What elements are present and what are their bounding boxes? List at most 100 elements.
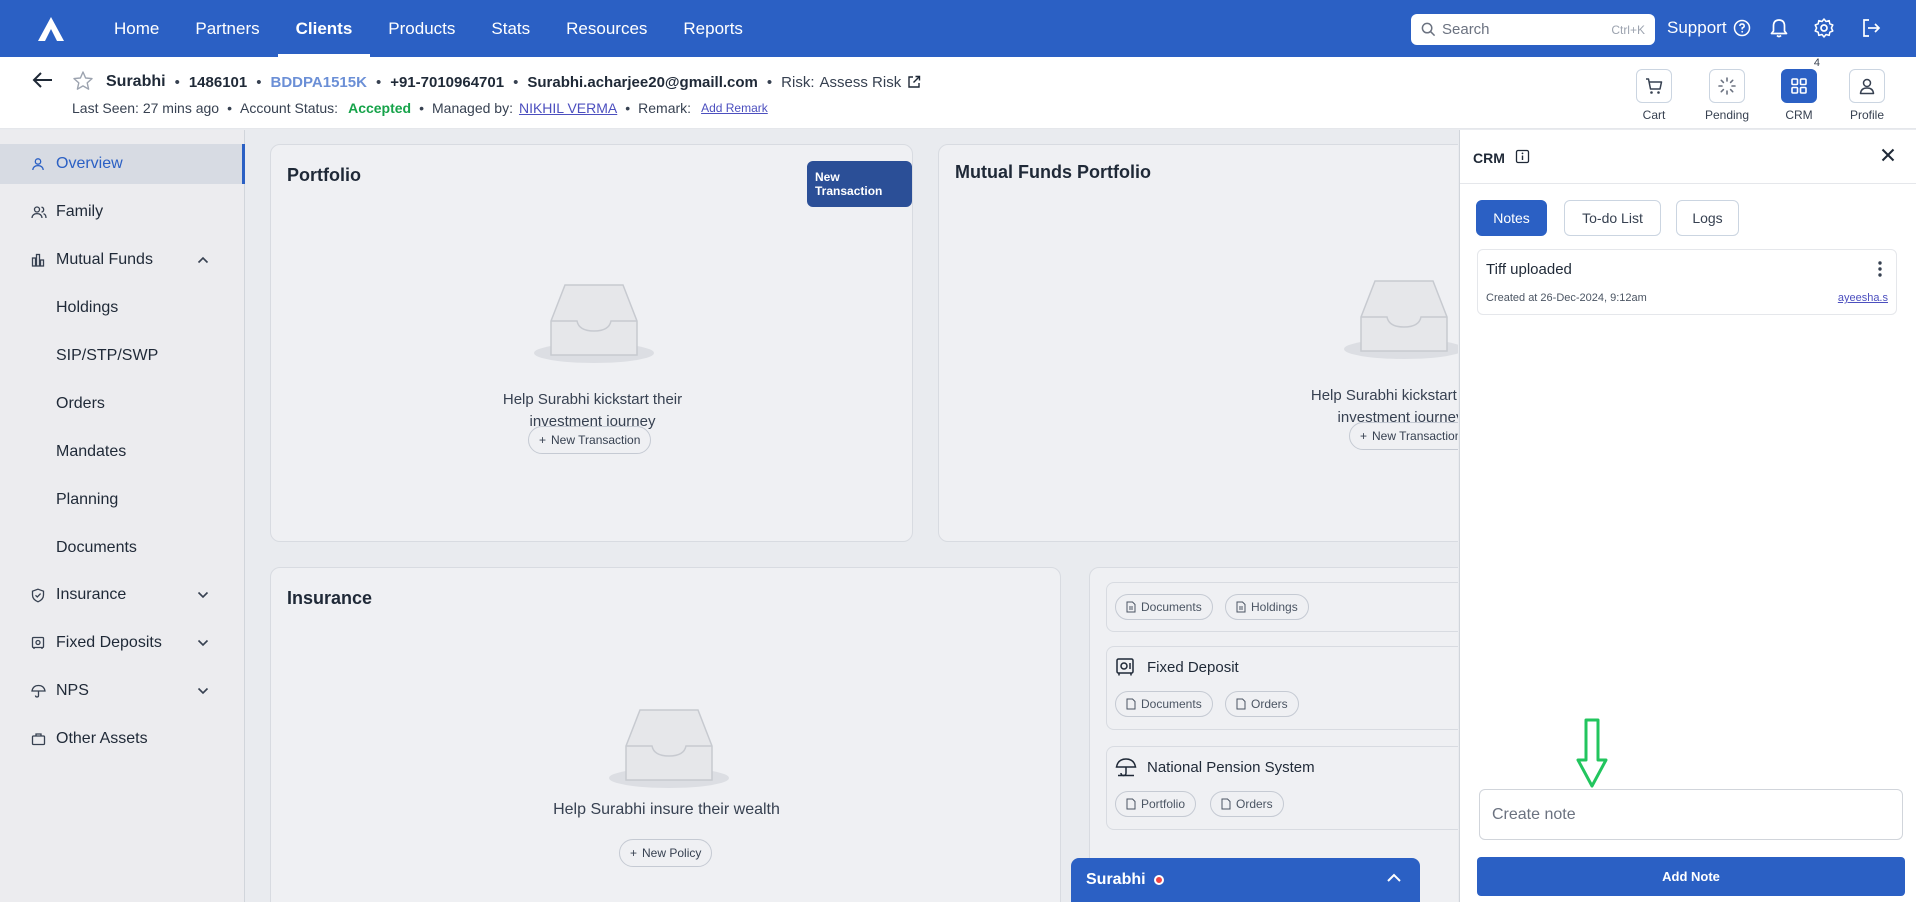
- sidebar-item-mandates[interactable]: Mandates: [0, 432, 245, 472]
- nps-orders-chip[interactable]: Orders: [1210, 791, 1284, 817]
- documents-chip[interactable]: Documents: [1115, 594, 1213, 620]
- chat-bar[interactable]: Surabhi: [1071, 858, 1420, 902]
- sidebar-item-orders[interactable]: Orders: [0, 384, 245, 424]
- plus-icon: +: [630, 846, 638, 860]
- note-item[interactable]: Tiff uploaded Created at 26-Dec-2024, 9:…: [1477, 249, 1897, 315]
- new-policy-button[interactable]: + New Policy: [619, 839, 713, 867]
- new-transaction-button[interactable]: New Transaction: [807, 161, 912, 207]
- grid-icon: [1789, 76, 1809, 96]
- top-navbar: Home Partners Clients Products Stats Res…: [0, 0, 1916, 57]
- nav-menu: Home Partners Clients Products Stats Res…: [96, 0, 761, 57]
- logout-icon[interactable]: [1860, 17, 1884, 41]
- document-icon: [1126, 798, 1136, 810]
- mf-new-transaction-button[interactable]: + New Transaction: [1349, 422, 1458, 450]
- sidebar-item-sip-stp-swp[interactable]: SIP/STP/SWP: [0, 336, 245, 376]
- nav-item-products[interactable]: Products: [370, 0, 473, 57]
- sidebar-item-overview[interactable]: Overview: [0, 144, 245, 184]
- holdings-chip[interactable]: Holdings: [1225, 594, 1309, 620]
- external-link-icon[interactable]: [907, 75, 921, 89]
- plus-icon: +: [539, 433, 547, 447]
- cart-button[interactable]: Cart: [1624, 69, 1684, 122]
- tab-todo-list[interactable]: To-do List: [1564, 200, 1661, 236]
- tab-logs[interactable]: Logs: [1676, 200, 1739, 236]
- create-note-input[interactable]: Create note: [1479, 789, 1903, 840]
- chevron-down-icon[interactable]: [197, 639, 209, 647]
- document-icon: [1221, 798, 1231, 810]
- document-icon: [1126, 601, 1136, 613]
- more-vertical-icon[interactable]: [1878, 261, 1882, 277]
- insurance-title: Insurance: [287, 588, 373, 608]
- note-author-link[interactable]: ayeesha.s: [1838, 292, 1888, 304]
- empty-tray-icon: [604, 698, 734, 790]
- sidebar-item-documents[interactable]: Documents: [0, 528, 245, 568]
- insurance-card: Insurance Help Surabhi insure their weal…: [270, 567, 1061, 902]
- risk-label: Risk:: [781, 73, 815, 91]
- remark-label: Remark:: [638, 100, 692, 116]
- umbrella-icon: [1115, 757, 1137, 777]
- fixed-deposit-title: Fixed Deposit: [1147, 659, 1239, 676]
- sidebar-item-insurance[interactable]: Insurance: [0, 575, 245, 615]
- crm-label: CRM: [1785, 108, 1813, 122]
- sidebar-item-nps[interactable]: NPS: [0, 671, 245, 711]
- sidebar-item-family[interactable]: Family: [0, 192, 245, 232]
- managed-by-link[interactable]: NIKHIL VERMA: [519, 100, 617, 116]
- cart-icon: [1644, 76, 1664, 96]
- nav-item-resources[interactable]: Resources: [548, 0, 665, 57]
- briefcase-icon: [31, 732, 46, 746]
- mutual-funds-portfolio-card: Mutual Funds Portfolio Help Surabhi kick…: [938, 144, 1458, 542]
- help-circle-icon: [1733, 19, 1751, 37]
- pending-button[interactable]: Pending: [1697, 69, 1757, 122]
- info-icon[interactable]: [1515, 149, 1530, 164]
- gear-icon[interactable]: [1813, 17, 1837, 41]
- add-remark-link[interactable]: Add Remark: [701, 101, 768, 115]
- down-arrow-annotation-icon: [1576, 718, 1608, 788]
- fd-documents-chip[interactable]: Documents: [1115, 691, 1213, 717]
- crm-header: CRM: [1460, 130, 1916, 184]
- empty-new-transaction-button[interactable]: + New Transaction: [528, 426, 652, 454]
- sidebar-item-planning[interactable]: Planning: [0, 480, 245, 520]
- nav-item-reports[interactable]: Reports: [665, 0, 761, 57]
- nps-card: National Pension System Portfolio Orders: [1106, 746, 1458, 830]
- support-button[interactable]: Support: [1667, 18, 1751, 38]
- nav-item-home[interactable]: Home: [96, 0, 177, 57]
- chevron-down-icon[interactable]: [197, 591, 209, 599]
- sidebar-item-holdings[interactable]: Holdings: [0, 288, 245, 328]
- nav-item-partners[interactable]: Partners: [177, 0, 277, 57]
- nav-item-clients[interactable]: Clients: [277, 0, 371, 57]
- products-top-row: Documents Holdings: [1106, 582, 1458, 632]
- portfolio-title: Portfolio: [287, 165, 361, 185]
- account-status-label: Account Status:: [240, 100, 339, 116]
- app-logo-icon[interactable]: [34, 12, 68, 46]
- sidebar-item-mutual-funds[interactable]: Mutual Funds: [0, 240, 245, 280]
- products-card: Documents Holdings Fixed Deposit Documen…: [1089, 567, 1458, 902]
- bell-icon[interactable]: [1768, 17, 1792, 41]
- chevron-up-icon[interactable]: [1386, 873, 1402, 883]
- chevron-down-icon[interactable]: [197, 687, 209, 695]
- nps-portfolio-chip[interactable]: Portfolio: [1115, 791, 1197, 817]
- bank-icon: [31, 253, 45, 267]
- empty-tray-icon: [1339, 269, 1458, 361]
- close-icon[interactable]: [1880, 147, 1896, 163]
- document-icon: [1236, 698, 1246, 710]
- add-note-button[interactable]: Add Note: [1477, 857, 1905, 896]
- profile-button[interactable]: Profile: [1837, 69, 1897, 122]
- note-title: Tiff uploaded: [1486, 261, 1572, 278]
- back-arrow-icon[interactable]: [32, 71, 54, 89]
- safe-icon: [31, 636, 45, 650]
- fd-orders-chip[interactable]: Orders: [1225, 691, 1299, 717]
- sidebar-item-fixed-deposits[interactable]: Fixed Deposits: [0, 623, 245, 663]
- search-input[interactable]: Search Ctrl+K: [1411, 14, 1655, 45]
- pending-label: Pending: [1704, 108, 1750, 122]
- chevron-up-icon[interactable]: [197, 256, 209, 264]
- crm-button[interactable]: 4 CRM: [1769, 57, 1829, 122]
- client-header: Surabhi • 1486101 • BDDPA1515K • +91-701…: [0, 57, 1916, 129]
- crm-badge: 4: [1813, 57, 1820, 69]
- client-pan[interactable]: BDDPA1515K: [271, 74, 367, 91]
- last-seen: Last Seen: 27 mins ago: [72, 100, 220, 116]
- sidebar-item-other-assets[interactable]: Other Assets: [0, 719, 245, 759]
- assess-risk-link[interactable]: Assess Risk: [820, 74, 902, 91]
- nav-item-stats[interactable]: Stats: [473, 0, 548, 57]
- client-name: Surabhi: [106, 73, 166, 90]
- tab-notes[interactable]: Notes: [1476, 200, 1547, 236]
- favorite-star-icon[interactable]: [72, 70, 94, 92]
